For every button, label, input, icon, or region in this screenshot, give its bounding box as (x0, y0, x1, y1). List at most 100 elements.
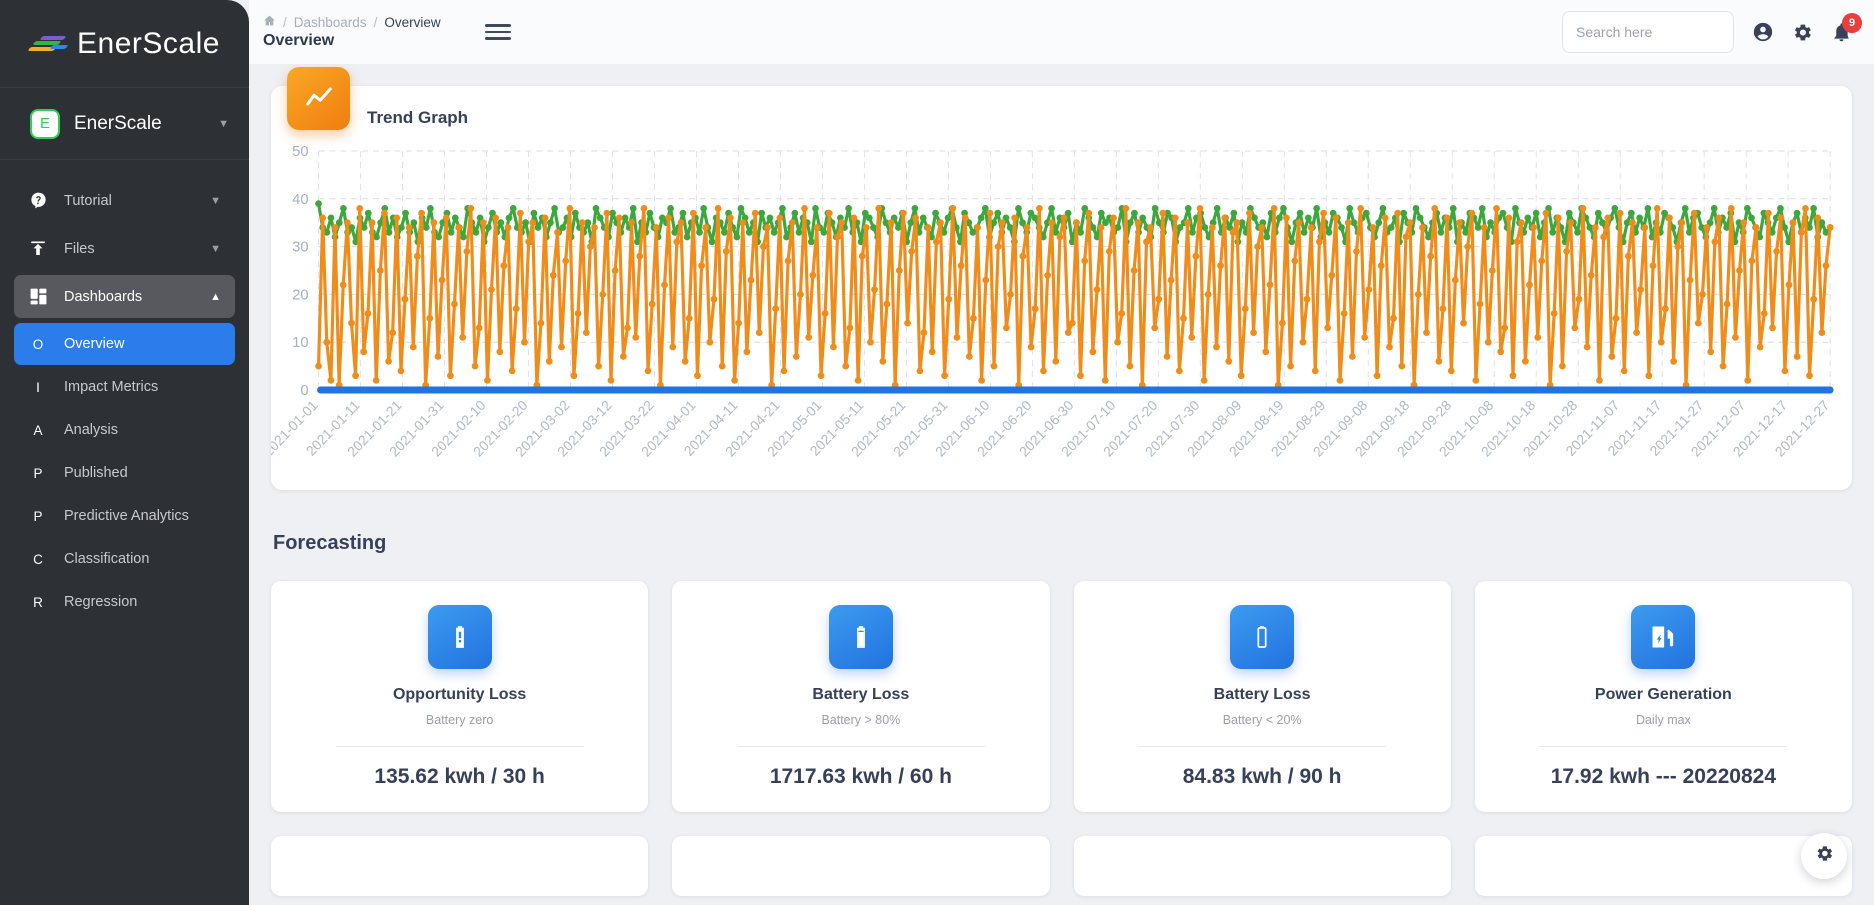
forecast-card-value: 84.83 kwh / 90 h (1182, 765, 1342, 788)
gear-icon (1815, 844, 1834, 868)
forecast-card-label: Opportunity Loss (392, 686, 527, 703)
chevron-down-icon[interactable]: ▼ (218, 118, 229, 130)
divider (1539, 746, 1788, 747)
sidebar-item-label: Impact Metrics (64, 379, 159, 395)
topbar-actions: 9 (1562, 11, 1862, 53)
battery-high-icon (828, 605, 893, 669)
next-card-placeholder[interactable] (672, 836, 1050, 896)
bell-icon[interactable]: 9 (1831, 12, 1862, 43)
app-root: EnerScale E EnerScale ▼ Tutorial ▼ Files (0, 0, 1874, 905)
workspace-leaf-icon: E (30, 108, 60, 139)
sidebar-item-dashboards[interactable]: Dashboards ▲ (14, 275, 235, 318)
trend-graph-title: Trend Graph (367, 108, 469, 127)
enerscale-logo-icon (27, 31, 71, 57)
trend-graph-plot[interactable]: 0 10 20 30 40 50 2021-01-01 2021-01-11 2021-01-2… (260, 141, 1846, 490)
sidebar-item-label: Analysis (64, 422, 118, 438)
sidebar-item-label: Classification (64, 551, 150, 567)
forecasting-section-title: Forecasting (273, 532, 387, 554)
sidebar-item-files[interactable]: Files ▼ (14, 227, 235, 270)
forecast-card-label: Power Generation (1594, 686, 1732, 703)
main-area: / Dashboards / Overview Overview Search … (249, 0, 1874, 905)
sidebar-item-letter: O (32, 336, 44, 352)
breadcrumb: / Dashboards / Overview Overview (263, 14, 441, 50)
sidebar-item-label: Dashboards (64, 288, 143, 305)
sidebar-item-impact-metrics[interactable]: I Impact Metrics (14, 366, 235, 408)
sidebar-item-letter: A (33, 422, 43, 438)
sidebar-item-regression[interactable]: R Regression (14, 581, 235, 623)
sidebar-item-letter: I (36, 379, 40, 395)
help-circle-icon (28, 191, 48, 210)
sidebar-item-published[interactable]: P Published (14, 452, 235, 494)
next-card-placeholder[interactable] (1073, 836, 1451, 896)
sidebar-item-label: Overview (64, 336, 125, 352)
gear-icon[interactable] (1792, 22, 1813, 43)
chevron-up-icon: ▲ (210, 290, 221, 303)
sidebar-item-label: Regression (64, 594, 138, 610)
chart-canvas: 010203040502021-01-012021-01-112021-01-2… (260, 143, 1834, 460)
divider (1138, 746, 1387, 747)
forecast-card-subtitle: Battery < 20% (1222, 713, 1302, 727)
forecast-card-label: Battery Loss (1213, 686, 1311, 703)
breadcrumb-current: Overview (384, 14, 441, 30)
sidebar-item-letter: P (33, 465, 43, 481)
sidebar-nav: Tutorial ▼ Files ▼ Dashboards ▲ O Overvi… (0, 160, 249, 623)
trend-graph-card: Trend Graph 0 10 20 30 40 50 2021-01-01 2021-01… (260, 67, 1852, 490)
workspace-name: EnerScale (74, 112, 162, 134)
home-icon[interactable] (263, 14, 276, 30)
battery-low-icon (1230, 605, 1295, 669)
svg-text:10: 10 (292, 334, 309, 351)
dashboard-grid-icon (28, 287, 48, 306)
forecast-card-battery-loss-low[interactable]: Battery Loss Battery < 20% 84.83 kwh / 9… (1073, 581, 1451, 812)
forecast-card-power-generation[interactable]: Power Generation Daily max 17.92 kwh ---… (1474, 581, 1852, 812)
sidebar-item-letter: R (33, 594, 43, 610)
forecast-card-value: 17.92 kwh --- 20220824 (1550, 765, 1777, 788)
sidebar-item-predictive-analytics[interactable]: P Predictive Analytics (14, 495, 235, 537)
sidebar-item-overview[interactable]: O Overview (14, 323, 235, 365)
divider (736, 746, 985, 747)
forecast-card-label: Battery Loss (812, 686, 910, 703)
upload-icon (28, 240, 48, 258)
workspace-switcher[interactable]: E EnerScale ▼ (0, 88, 249, 160)
breadcrumb-separator: / (283, 14, 287, 30)
breadcrumb-separator: / (373, 14, 378, 30)
sidebar-item-classification[interactable]: C Classification (14, 538, 235, 580)
svg-text:50: 50 (292, 143, 309, 160)
trend-line-icon (287, 67, 350, 130)
forecast-card-subtitle: Daily max (1635, 713, 1691, 727)
chevron-down-icon: ▼ (210, 242, 221, 255)
sidebar-item-label: Tutorial (64, 192, 112, 209)
sidebar: EnerScale E EnerScale ▼ Tutorial ▼ Files (0, 0, 249, 905)
forecast-card-opportunity-loss[interactable]: Opportunity Loss Battery zero 135.62 kwh… (271, 581, 649, 812)
page-title: Overview (263, 32, 335, 49)
svg-text:40: 40 (292, 191, 309, 208)
forecasting-cards-row: Opportunity Loss Battery zero 135.62 kwh… (271, 581, 1852, 812)
sidebar-item-letter: C (33, 551, 43, 567)
chevron-down-icon: ▼ (210, 194, 221, 207)
forecast-card-subtitle: Battery zero (425, 713, 494, 727)
page-content: Trend Graph 0 10 20 30 40 50 2021-01-01 2021-01… (249, 67, 1874, 896)
forecast-card-battery-loss-high[interactable]: Battery Loss Battery > 80% 1717.63 kwh /… (672, 581, 1050, 812)
sidebar-item-label: Published (64, 465, 128, 481)
sidebar-item-tutorial[interactable]: Tutorial ▼ (14, 179, 235, 222)
sidebar-item-analysis[interactable]: A Analysis (14, 409, 235, 451)
brand-header[interactable]: EnerScale (0, 0, 249, 88)
notification-badge: 9 (1842, 12, 1862, 33)
topbar: / Dashboards / Overview Overview Search … (249, 0, 1874, 64)
svg-text:30: 30 (292, 239, 309, 256)
fuel-power-icon (1631, 605, 1696, 669)
search-input[interactable] (1562, 11, 1734, 53)
breadcrumb-parent[interactable]: Dashboards (294, 15, 367, 30)
hamburger-menu-icon[interactable] (484, 24, 511, 40)
sidebar-item-letter: P (33, 508, 43, 524)
settings-fab-button[interactable] (1801, 833, 1847, 879)
forecast-card-value: 1717.63 kwh / 60 h (769, 765, 952, 788)
next-card-placeholder[interactable] (271, 836, 649, 896)
brand-name: EnerScale (77, 26, 220, 60)
svg-text:20: 20 (292, 286, 309, 303)
battery-alert-icon (427, 605, 492, 669)
next-card-placeholder[interactable] (1474, 836, 1852, 896)
divider (335, 746, 584, 747)
forecast-card-subtitle: Battery > 80% (821, 713, 901, 727)
forecast-card-value: 135.62 kwh / 30 h (374, 765, 545, 788)
account-circle-icon[interactable] (1752, 21, 1774, 43)
